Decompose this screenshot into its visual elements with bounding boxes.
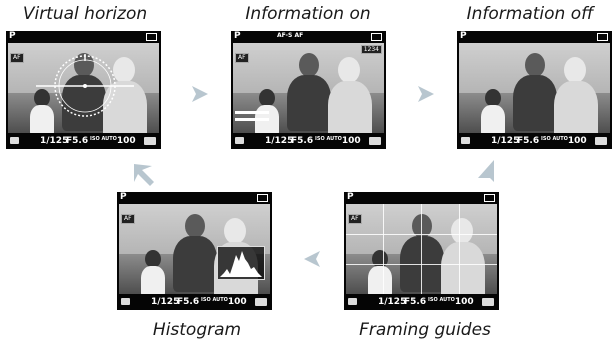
shutter-speed: 1/125: [151, 297, 180, 307]
bottom-bar: 1/125 F5.6 ISO AUTO100: [231, 133, 386, 149]
screen-histogram: P AF 1/125 F5.6 ISO AUTO100: [117, 192, 272, 310]
display-icon: [482, 298, 494, 306]
af-mode-badge: AF: [235, 53, 249, 63]
display-icon: [255, 298, 267, 306]
iso: ISO AUTO100: [541, 136, 587, 146]
shutter-speed: 1/125: [378, 297, 407, 307]
mode-indicator: P: [120, 192, 127, 202]
caption-information-on: Information on: [245, 4, 371, 24]
camera-icon: [348, 298, 357, 305]
screen-virtual-horizon: P AF 1/125 F5.6 ISO AUTO100: [6, 31, 161, 149]
screen-information-on: P AF-S AF AF 1234 1/125 F5.6 ISO AUTO100: [231, 31, 386, 149]
exposure-indicator: [235, 111, 269, 114]
exposure-indicator-2: [235, 118, 269, 121]
top-bar: P AF-S AF: [231, 31, 386, 43]
iso: ISO AUTO100: [428, 297, 474, 307]
caption-histogram: Histogram: [152, 320, 242, 340]
mode-indicator: P: [347, 192, 354, 202]
bottom-bar: 1/125 F5.6 ISO AUTO100: [457, 133, 612, 149]
arrow-right-1: [192, 86, 208, 102]
top-bar: P: [457, 31, 612, 43]
battery-icon: [371, 33, 382, 41]
top-bar: P: [344, 192, 499, 204]
display-icon: [595, 137, 607, 145]
camera-icon: [461, 137, 470, 144]
camera-icon: [10, 137, 19, 144]
virtual-horizon-overlay: [36, 54, 134, 117]
framing-grid-horizontal-2: [346, 264, 497, 265]
iso: ISO AUTO100: [90, 136, 136, 146]
arrow-up-left: [134, 164, 154, 186]
shooting-info-row: AF-S AF: [277, 32, 304, 39]
mode-indicator: P: [460, 31, 467, 41]
bottom-bar: 1/125 F5.6 ISO AUTO100: [344, 294, 499, 310]
timer-badge: 1234: [360, 45, 382, 54]
live-view-photo: [346, 204, 497, 294]
framing-grid-vertical-2: [421, 204, 422, 294]
af-mode-badge: AF: [348, 214, 362, 224]
shutter-speed: 1/125: [491, 136, 520, 146]
battery-icon: [257, 194, 268, 202]
screen-framing-guides: P AF 1/125 F5.6 ISO AUTO100: [344, 192, 499, 310]
mode-indicator: P: [234, 31, 241, 41]
aperture: F5.6: [291, 136, 314, 146]
bottom-bar: 1/125 F5.6 ISO AUTO100: [6, 133, 161, 149]
caption-information-off: Information off: [466, 4, 594, 24]
camera-icon: [235, 137, 244, 144]
live-view-photo: [459, 43, 610, 133]
display-icon: [369, 137, 381, 145]
histogram-graph: [220, 251, 262, 277]
caption-framing-guides: Framing guides: [359, 320, 491, 340]
display-icon: [144, 137, 156, 145]
framing-grid-horizontal-1: [346, 234, 497, 235]
aperture: F5.6: [404, 297, 427, 307]
bottom-bar: 1/125 F5.6 ISO AUTO100: [117, 294, 272, 310]
arrow-right-2: [418, 86, 434, 102]
aperture: F5.6: [517, 136, 540, 146]
caption-virtual-horizon: Virtual horizon: [22, 4, 148, 24]
arrow-down-left: [478, 160, 494, 182]
camera-icon: [121, 298, 130, 305]
histogram-panel: [217, 246, 265, 280]
aperture: F5.6: [177, 297, 200, 307]
iso: ISO AUTO100: [315, 136, 361, 146]
framing-grid-vertical-3: [459, 204, 460, 294]
shutter-speed: 1/125: [265, 136, 294, 146]
battery-icon: [484, 194, 495, 202]
shutter-speed: 1/125: [40, 136, 69, 146]
screen-information-off: P 1/125 F5.6 ISO AUTO100: [457, 31, 612, 149]
iso: ISO AUTO100: [201, 297, 247, 307]
aperture: F5.6: [66, 136, 89, 146]
top-bar: P: [117, 192, 272, 204]
battery-icon: [597, 33, 608, 41]
framing-grid-vertical-1: [383, 204, 384, 294]
arrow-left: [304, 251, 320, 267]
af-mode-badge: AF: [121, 214, 135, 224]
